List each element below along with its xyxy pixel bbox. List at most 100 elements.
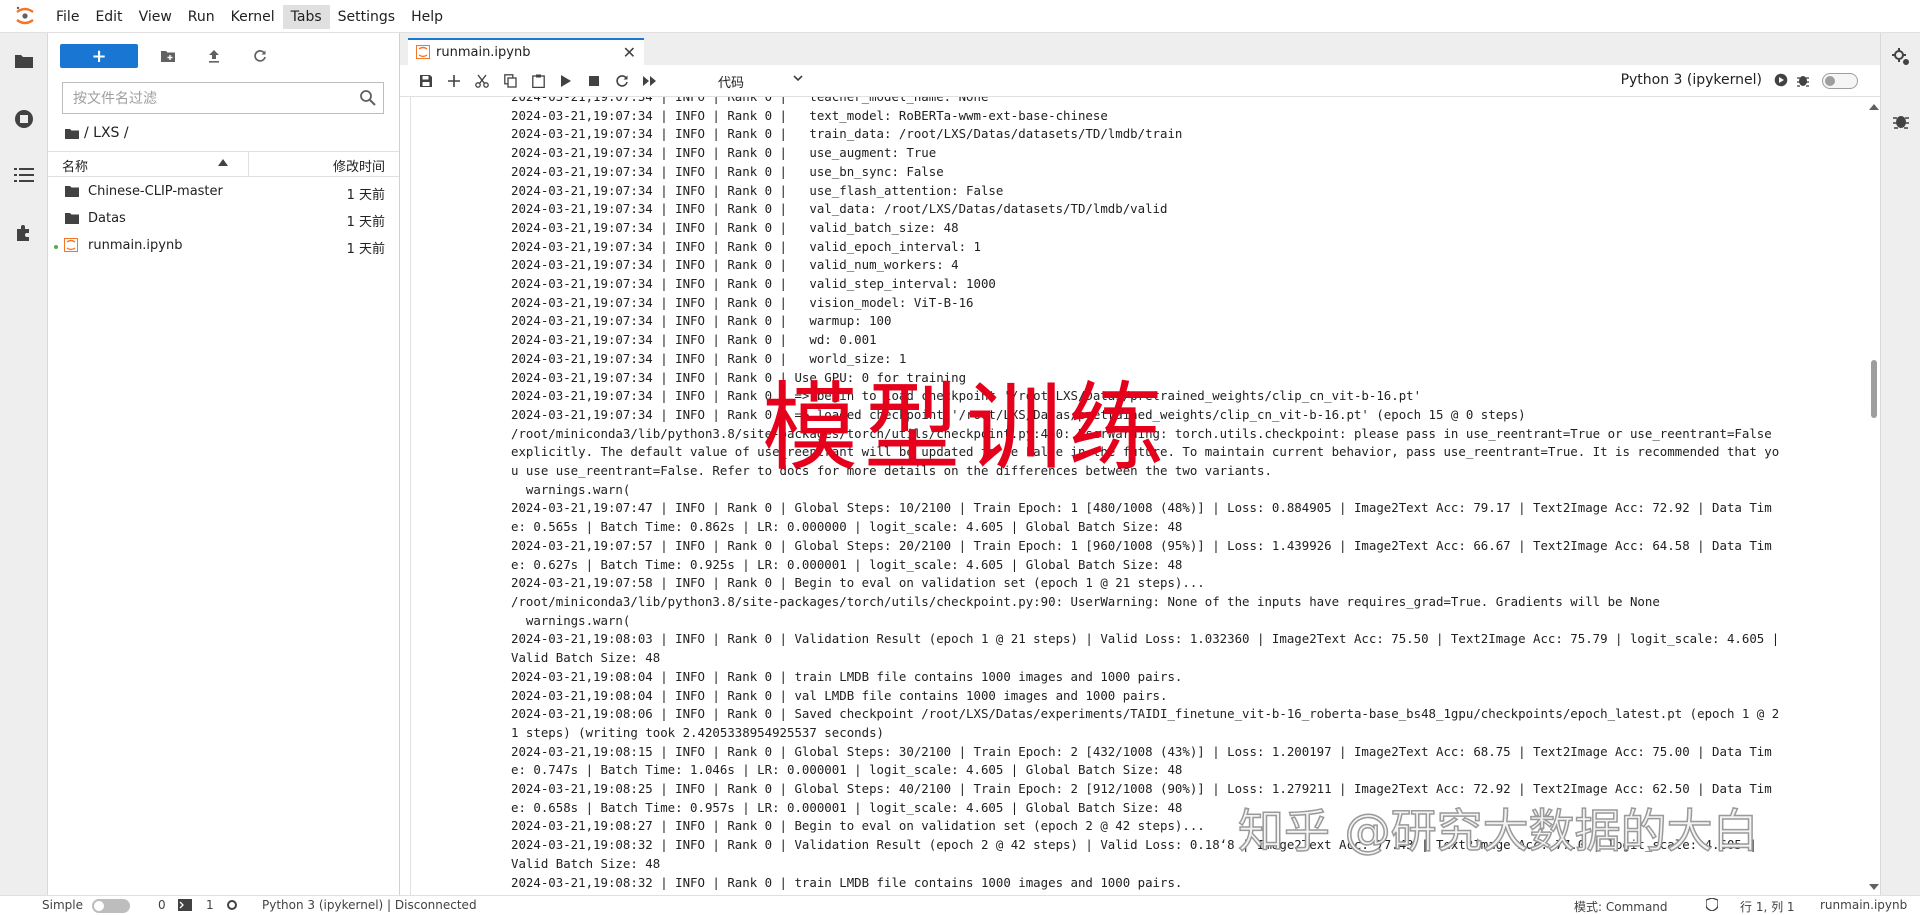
output-line: 2024-03-21,19:07:34 | INFO | Rank 0 | va… (511, 238, 981, 254)
file-filter-input[interactable] (71, 89, 355, 109)
output-line: warnings.warn( (511, 612, 631, 628)
output-line: 2024-03-21,19:07:34 | INFO | Rank 0 | va… (511, 276, 996, 292)
folder-icon (65, 128, 79, 139)
vertical-scrollbar[interactable] (1868, 97, 1880, 895)
output-line: 2024-03-21,19:07:34 | INFO | Rank 0 | wo… (511, 350, 907, 366)
output-line: e: 0.565s | Batch Time: 0.862s | LR: 0.0… (511, 519, 1183, 535)
output-line: 2024-03-21,19:07:57 | INFO | Rank 0 | Gl… (511, 537, 1772, 553)
output-line: u use use_reentrant=False. Refer to docs… (511, 463, 1272, 479)
debugger-bug-icon[interactable] (1891, 111, 1911, 131)
debugger-toggle[interactable] (1822, 73, 1858, 89)
overlay-title: 模型训练 (762, 372, 1170, 484)
simple-mode-toggle[interactable] (92, 899, 130, 913)
output-line: warnings.warn( (511, 481, 631, 497)
menu-settings[interactable]: Settings (330, 5, 403, 29)
search-icon (360, 90, 376, 106)
zhihu-watermark: 知乎 @研究大数据的大白 (1237, 804, 1759, 858)
bug-icon[interactable] (1796, 73, 1810, 87)
extension-puzzle-icon[interactable] (12, 221, 36, 245)
terminal-count[interactable]: 0 (158, 898, 166, 912)
column-name-header[interactable]: 名称 (62, 156, 88, 175)
scroll-down-icon[interactable] (1869, 883, 1879, 891)
kernel-count[interactable]: 1 (206, 898, 214, 912)
output-line: 1 steps) (writing took 2.420533895492553… (511, 724, 884, 740)
file-filter-field[interactable] (62, 82, 384, 114)
file-browser-panel: + / LXS / 名称 修改时间 Chinese-CLIP-master 1 … (48, 33, 400, 895)
output-line: 2024-03-21,19:08:06 | INFO | Rank 0 | Sa… (511, 706, 1780, 722)
menu-edit[interactable]: Edit (87, 5, 130, 29)
paste-icon[interactable] (528, 71, 548, 91)
file-name: Datas (88, 211, 126, 226)
run-all-icon[interactable] (640, 71, 660, 91)
upload-icon[interactable] (202, 44, 226, 68)
folder-icon[interactable] (12, 49, 36, 73)
column-divider[interactable] (248, 152, 249, 176)
save-icon[interactable] (416, 71, 436, 91)
folder-icon (65, 213, 79, 224)
output-line: 2024-03-21,19:08:25 | INFO | Rank 0 | Gl… (511, 781, 1772, 797)
cut-icon[interactable] (472, 71, 492, 91)
copy-icon[interactable] (500, 71, 520, 91)
cell-output-area: 2024-03-21,19:07:34 | INFO | Rank 0 | te… (410, 97, 1860, 895)
output-line: /root/miniconda3/lib/python3.8/site-pack… (511, 593, 1660, 609)
right-sidebar (1880, 33, 1920, 895)
output-line: e: 0.627s | Batch Time: 0.925s | LR: 0.0… (511, 556, 1183, 572)
output-line: 2024-03-21,19:07:34 | INFO | Rank 0 | =>… (511, 406, 1526, 422)
refresh-icon[interactable] (248, 44, 272, 68)
jupyter-logo-icon (16, 6, 34, 25)
output-line: 2024-03-21,19:07:34 | INFO | Rank 0 | va… (511, 201, 1168, 217)
output-line: 2024-03-21,19:07:34 | INFO | Rank 0 | us… (511, 182, 1004, 198)
interrupt-kernel-icon[interactable] (584, 71, 604, 91)
restart-kernel-icon[interactable] (612, 71, 632, 91)
main-menu: File Edit View Run Kernel Tabs Settings … (48, 0, 451, 33)
close-tab-icon[interactable]: ✕ (623, 43, 636, 62)
kernel-name[interactable]: Python 3 (ipykernel) (1621, 72, 1762, 88)
output-line: 2024-03-21,19:07:34 | INFO | Rank 0 | te… (511, 107, 1108, 123)
output-line: 2024-03-21,19:07:58 | INFO | Rank 0 | Be… (511, 575, 1205, 591)
file-list-item[interactable]: Datas 1 天前 (48, 206, 399, 232)
notebook-icon (64, 238, 78, 252)
menu-view[interactable]: View (131, 5, 180, 29)
new-folder-icon[interactable] (156, 44, 180, 68)
running-kernels-icon[interactable] (12, 107, 36, 131)
column-modified-header[interactable]: 修改时间 (333, 156, 385, 175)
file-list-item[interactable]: Chinese-CLIP-master 1 天前 (48, 179, 399, 205)
output-line: 2024-03-21,19:07:34 | INFO | Rank 0 | vi… (511, 294, 974, 310)
menu-file[interactable]: File (48, 5, 87, 29)
output-line: 2024-03-21,19:08:15 | INFO | Rank 0 | Gl… (511, 743, 1772, 759)
simple-mode-label: Simple (42, 898, 83, 912)
file-list-item[interactable]: runmain.ipynb 1 天前 (48, 233, 399, 259)
top-menu-bar: File Edit View Run Kernel Tabs Settings … (0, 0, 1920, 33)
output-line: 2024-03-21,19:07:34 | INFO | Rank 0 | va… (511, 219, 959, 235)
breadcrumb-path[interactable]: / LXS / (84, 125, 129, 141)
output-line: 2024-03-21,19:07:34 | INFO | Rank 0 | wd… (511, 332, 877, 348)
run-cell-icon[interactable] (556, 71, 576, 91)
menu-run[interactable]: Run (180, 5, 223, 29)
tab-runmain-ipynb[interactable]: runmain.ipynb ✕ (408, 38, 644, 65)
file-list-header: 名称 修改时间 (48, 151, 399, 177)
shield-icon[interactable] (1706, 898, 1718, 911)
output-line: 2024-03-21,19:08:03 | INFO | Rank 0 | Va… (511, 631, 1780, 647)
output-line: 2024-03-21,19:07:34 | INFO | Rank 0 | us… (511, 163, 944, 179)
cell-type-dropdown[interactable]: 代码 (718, 72, 744, 91)
status-bar: Simple 0 1 Python 3 (ipykernel) | Discon… (0, 895, 1920, 915)
tab-label: runmain.ipynb (436, 45, 531, 60)
scrollbar-thumb[interactable] (1871, 360, 1877, 418)
sort-ascending-icon[interactable] (218, 158, 228, 166)
current-filename: runmain.ipynb (1820, 898, 1908, 912)
menu-help[interactable]: Help (403, 5, 451, 29)
menu-kernel[interactable]: Kernel (223, 5, 283, 29)
kernel-status-text[interactable]: Python 3 (ipykernel) | Disconnected (262, 898, 477, 912)
menu-tabs[interactable]: Tabs (282, 4, 330, 29)
new-launcher-button[interactable]: + (60, 44, 138, 68)
output-line: 2024-03-21,19:08:04 | INFO | Rank 0 | va… (511, 687, 1168, 703)
breadcrumb[interactable]: / LXS / (64, 123, 129, 143)
chevron-down-icon[interactable] (792, 72, 804, 84)
table-of-contents-icon[interactable] (12, 163, 36, 187)
scroll-up-icon[interactable] (1869, 103, 1879, 111)
property-inspector-icon[interactable] (1891, 47, 1911, 67)
cursor-position[interactable]: 行 1, 列 1 (1740, 898, 1795, 915)
file-modified-time: 1 天前 (346, 242, 385, 257)
kernel-gear-icon (227, 900, 237, 910)
insert-cell-icon[interactable] (444, 71, 464, 91)
